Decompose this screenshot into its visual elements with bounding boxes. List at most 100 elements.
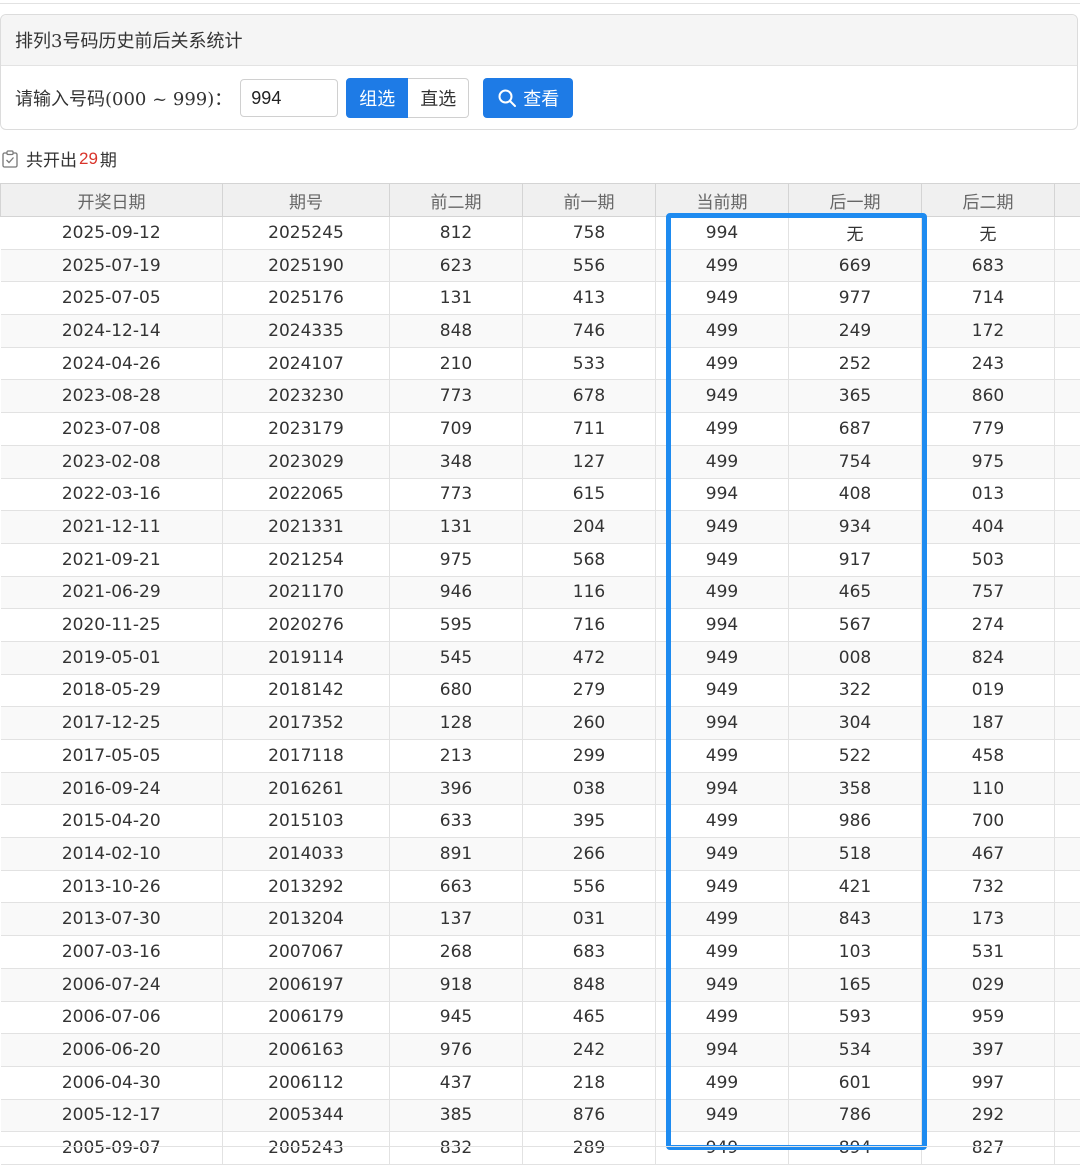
table-body: 2025-09-122025245812758994无无2025-07-1920… [1, 217, 1080, 1165]
table-cell: 773 [390, 380, 523, 413]
view-button-label: 查看 [523, 85, 559, 111]
table-cell: 860 [922, 380, 1055, 413]
table-cell: 499 [656, 249, 789, 282]
table-cell: 2006197 [223, 968, 390, 1001]
table-cell: 397 [922, 1034, 1055, 1067]
table-cell: 465 [523, 1001, 656, 1034]
table-cell: 2020-11-25 [1, 609, 223, 642]
table-cell: 678 [523, 380, 656, 413]
table-row: 2025-07-052025176131413949977714 [1, 282, 1080, 315]
column-header[interactable]: 后一期 [789, 184, 922, 217]
table-cell: 358 [789, 772, 922, 805]
table-cell: 2025245 [223, 217, 390, 250]
table-header-row: 开奖日期 期号 前二期 前一期 当前期 后一期 后二期 [1, 184, 1080, 217]
table-cell: 2025-07-05 [1, 282, 223, 315]
result-summary: 共开出 29 期 [2, 146, 117, 171]
table-row: 2025-09-122025245812758994无无 [1, 217, 1080, 250]
table-cell: 2007-03-16 [1, 936, 223, 969]
table-cell: 2013204 [223, 903, 390, 936]
table-cell: 994 [656, 478, 789, 511]
table-cell: 949 [656, 968, 789, 1001]
table-row: 2024-12-142024335848746499249172 [1, 315, 1080, 348]
table-cell-filler [1055, 478, 1080, 511]
table-row: 2020-11-252020276595716994567274 [1, 609, 1080, 642]
table-row: 2013-10-262013292663556949421732 [1, 870, 1080, 903]
table-cell: 949 [656, 641, 789, 674]
table-cell: 385 [390, 1099, 523, 1132]
table-cell: 812 [390, 217, 523, 250]
table-cell: 732 [922, 870, 1055, 903]
column-header[interactable]: 当前期 [656, 184, 789, 217]
number-input[interactable] [240, 79, 338, 117]
search-icon [497, 88, 517, 108]
table-cell: 2015103 [223, 805, 390, 838]
table-cell-filler [1055, 609, 1080, 642]
table-cell: 2019114 [223, 641, 390, 674]
table-cell: 680 [390, 674, 523, 707]
table-cell-filler [1055, 445, 1080, 478]
table-cell: 038 [523, 772, 656, 805]
table-cell: 2013-07-30 [1, 903, 223, 936]
table-cell: 2024107 [223, 347, 390, 380]
table-cell: 2006179 [223, 1001, 390, 1034]
group-select-button[interactable]: 组选 [346, 78, 408, 118]
table-cell: 949 [656, 870, 789, 903]
table-cell: 994 [656, 217, 789, 250]
table-cell: 499 [656, 805, 789, 838]
table-cell: 687 [789, 413, 922, 446]
column-header[interactable]: 前一期 [523, 184, 656, 217]
table-row: 2024-04-262024107210533499252243 [1, 347, 1080, 380]
table-cell: 946 [390, 576, 523, 609]
table-cell: 997 [922, 1066, 1055, 1099]
table-row: 2015-04-202015103633395499986700 [1, 805, 1080, 838]
table-cell-filler [1055, 805, 1080, 838]
column-header[interactable]: 后二期 [922, 184, 1055, 217]
table-row: 2017-05-052017118213299499522458 [1, 740, 1080, 773]
table-cell: 2025-09-12 [1, 217, 223, 250]
table-cell: 2023029 [223, 445, 390, 478]
table-cell: 601 [789, 1066, 922, 1099]
table-cell: 503 [922, 543, 1055, 576]
table-cell: 249 [789, 315, 922, 348]
table-cell: 700 [922, 805, 1055, 838]
table-cell: 876 [523, 1099, 656, 1132]
column-header[interactable]: 开奖日期 [1, 184, 223, 217]
table-cell: 2005-12-17 [1, 1099, 223, 1132]
table-cell: 848 [523, 968, 656, 1001]
table-cell: 754 [789, 445, 922, 478]
table-cell: 2006112 [223, 1066, 390, 1099]
table-cell: 299 [523, 740, 656, 773]
view-button[interactable]: 查看 [483, 78, 573, 118]
mode-toggle: 组选 直选 [346, 78, 469, 118]
column-header[interactable]: 前二期 [390, 184, 523, 217]
table-row: 2019-05-012019114545472949008824 [1, 641, 1080, 674]
table-cell: 716 [523, 609, 656, 642]
table-cell: 522 [789, 740, 922, 773]
table-cell: 2022-03-16 [1, 478, 223, 511]
table-cell: 2018-05-29 [1, 674, 223, 707]
table-cell: 499 [656, 445, 789, 478]
table-cell: 2024-12-14 [1, 315, 223, 348]
table-cell: 404 [922, 511, 1055, 544]
table-cell: 019 [922, 674, 1055, 707]
table-cell: 2017-12-25 [1, 707, 223, 740]
table-cell: 268 [390, 936, 523, 969]
table-cell: 103 [789, 936, 922, 969]
table-cell: 008 [789, 641, 922, 674]
table-row: 2007-03-162007067268683499103531 [1, 936, 1080, 969]
table-cell: 242 [523, 1034, 656, 1067]
table-cell: 2006163 [223, 1034, 390, 1067]
table-row: 2006-06-202006163976242994534397 [1, 1034, 1080, 1067]
table-cell: 949 [656, 1099, 789, 1132]
table-cell: 2021254 [223, 543, 390, 576]
table-cell: 2021-06-29 [1, 576, 223, 609]
table-row: 2021-12-112021331131204949934404 [1, 511, 1080, 544]
table-cell-filler [1055, 249, 1080, 282]
table-cell: 无 [789, 217, 922, 250]
column-header[interactable]: 期号 [223, 184, 390, 217]
table-cell: 2006-06-20 [1, 1034, 223, 1067]
table-cell: 2016261 [223, 772, 390, 805]
direct-select-button[interactable]: 直选 [408, 78, 469, 118]
table-cell: 994 [656, 1034, 789, 1067]
table-cell: 917 [789, 543, 922, 576]
